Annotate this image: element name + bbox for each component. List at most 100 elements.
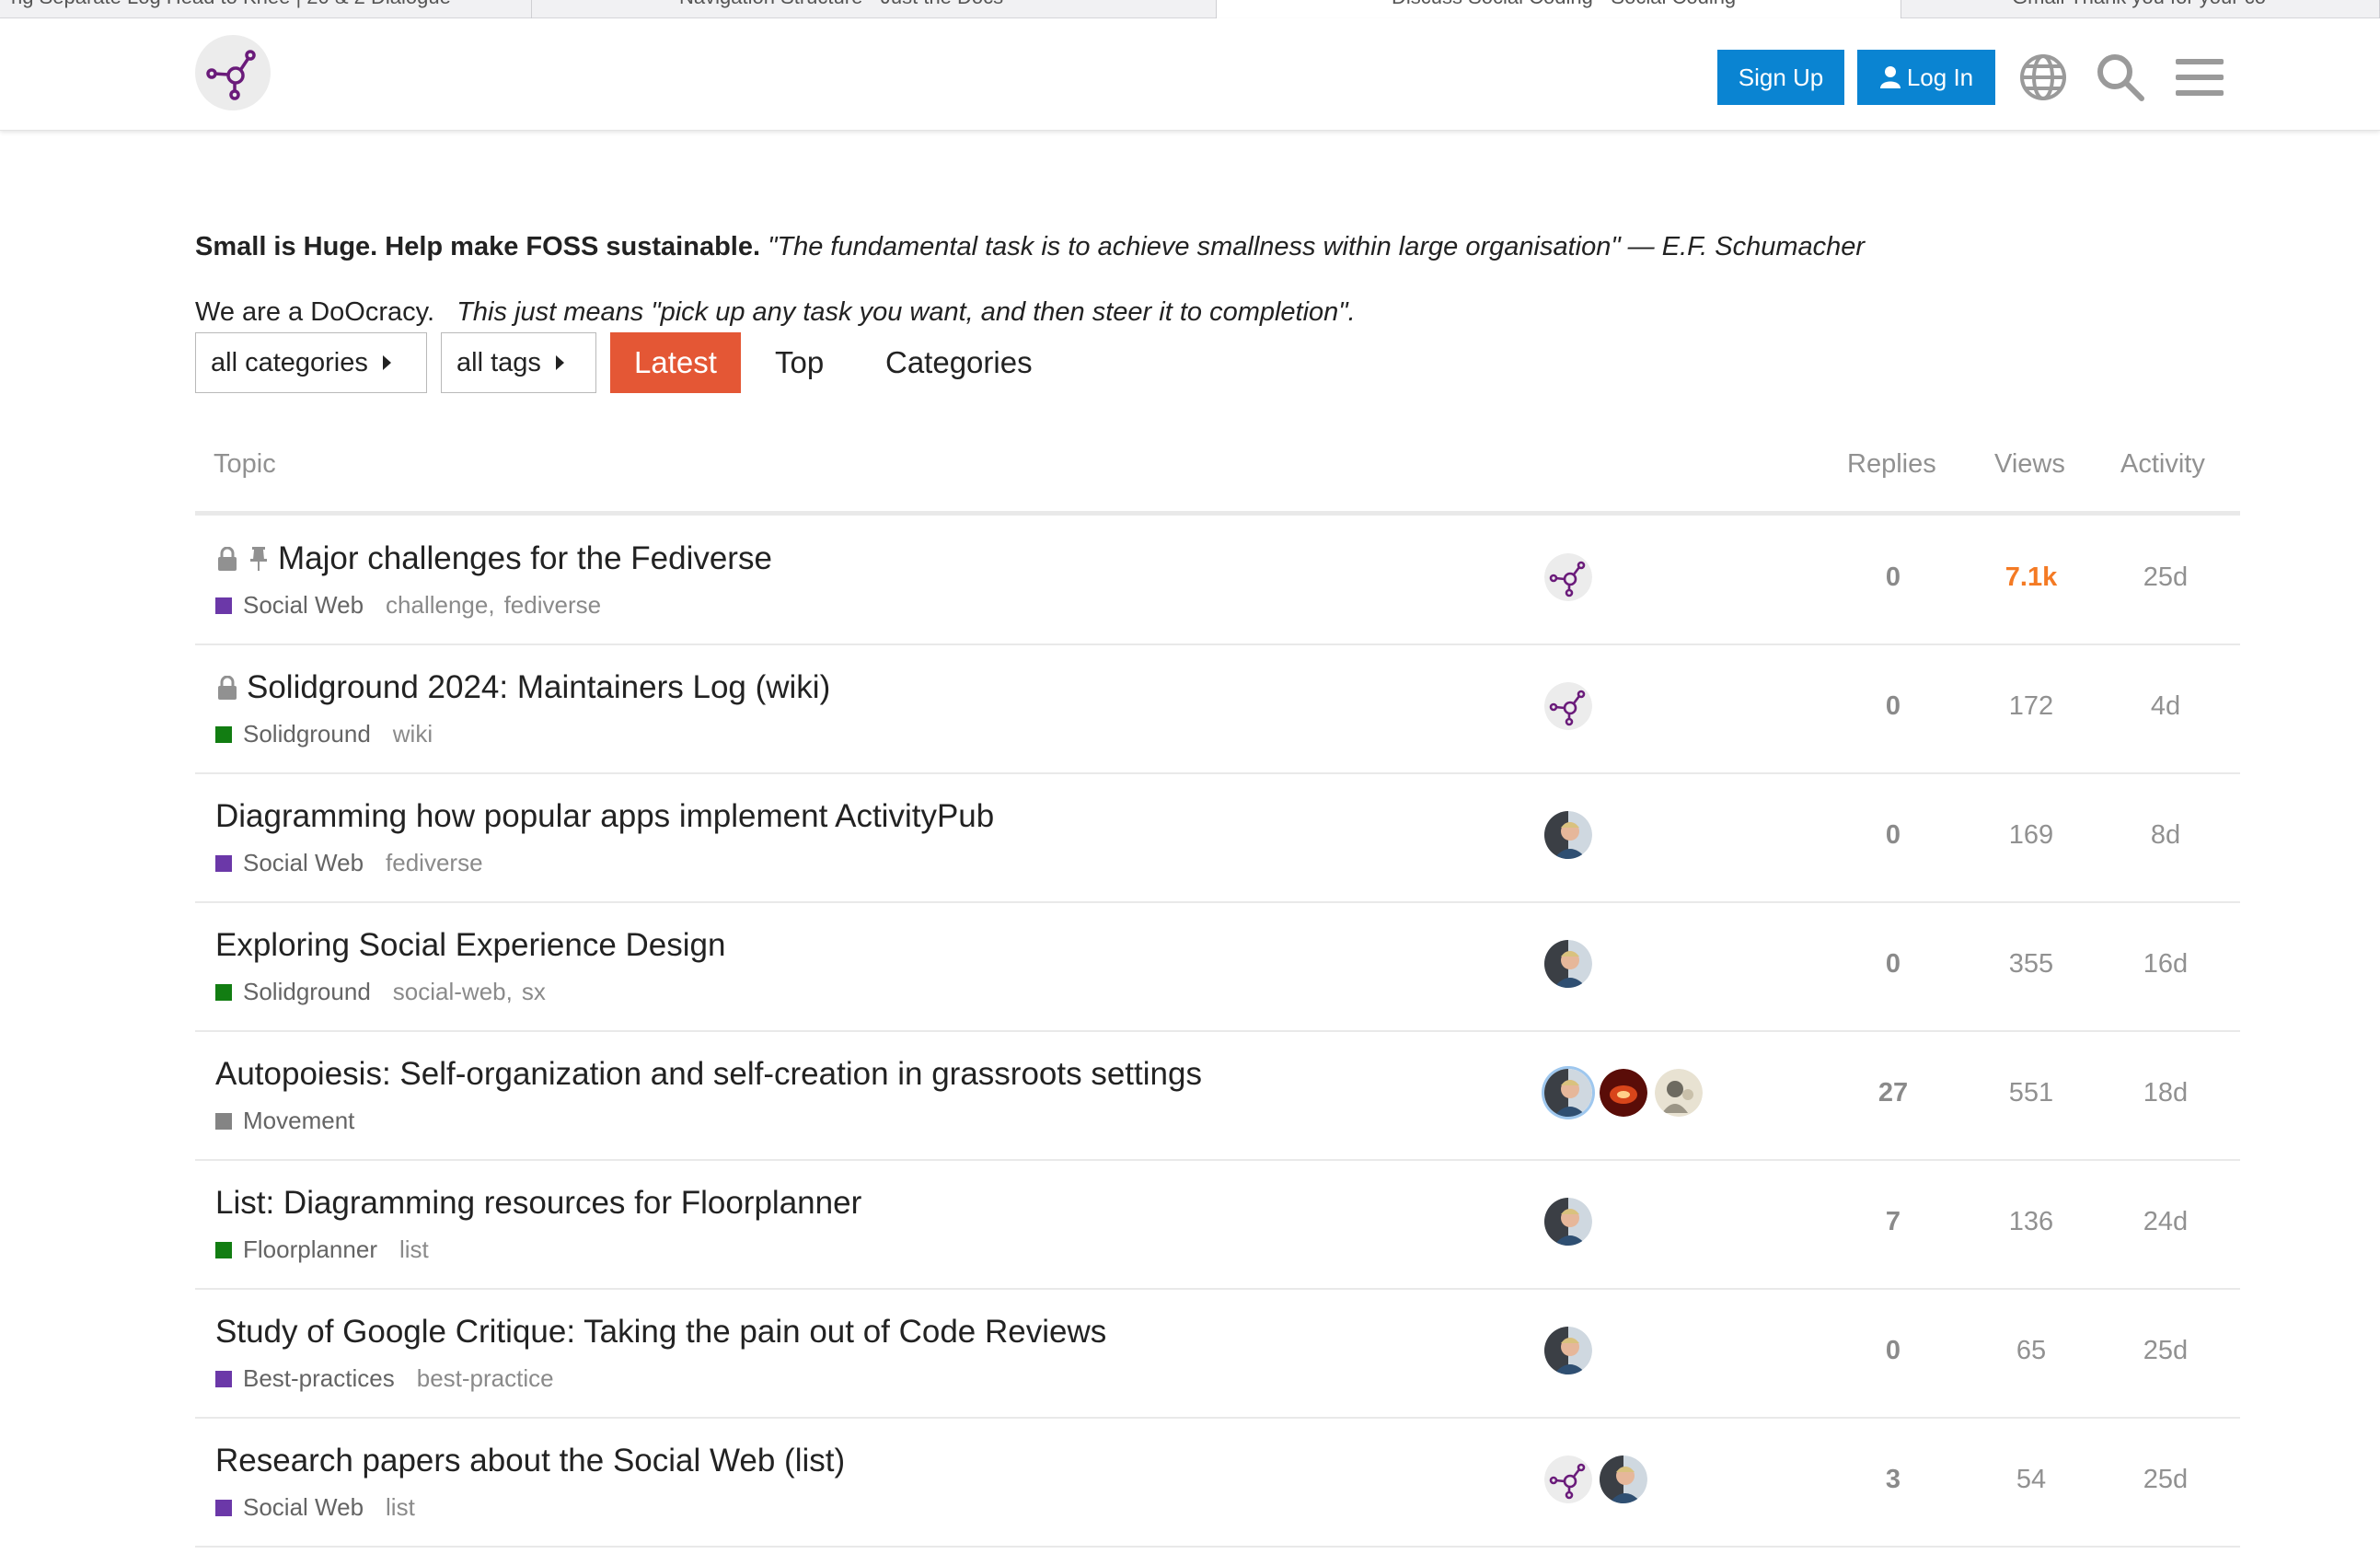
activity-time[interactable]: 25d (2110, 1465, 2221, 1495)
topic-title-line: Diagramming how popular apps implement A… (215, 798, 994, 835)
poster-avatar[interactable] (1544, 940, 1592, 988)
poster-avatar[interactable] (1544, 1455, 1592, 1503)
topic-row: Study of Google Critique: Taking the pai… (195, 1290, 2240, 1419)
poster-avatar[interactable] (1544, 682, 1592, 730)
activity-time[interactable]: 16d (2110, 949, 2221, 980)
caret-right-icon (382, 355, 391, 370)
site-header: Sign Up Log In (0, 18, 2380, 131)
column-topic[interactable]: Topic (214, 449, 276, 480)
category-color-swatch (215, 1499, 232, 1516)
browser-tab[interactable]: Gmail Thank you for your co (1901, 0, 2380, 18)
column-replies[interactable]: Replies (1847, 449, 1936, 480)
posters (1544, 1455, 1647, 1507)
sign-up-button[interactable]: Sign Up (1717, 50, 1844, 105)
topic-meta: Social Web challenge, fediverse (215, 591, 601, 620)
activity-time[interactable]: 18d (2110, 1078, 2221, 1108)
category-badge[interactable]: Solidground (243, 978, 371, 1006)
poster-avatar[interactable] (1544, 811, 1592, 859)
poster-avatar[interactable] (1544, 1198, 1592, 1246)
categories-dropdown[interactable]: all categories (195, 332, 427, 393)
poster-avatar[interactable] (1600, 1455, 1647, 1503)
activity-time[interactable]: 25d (2110, 1336, 2221, 1366)
categories-dropdown-label: all categories (211, 347, 368, 377)
tab-top[interactable]: Top (775, 332, 824, 393)
category-badge[interactable]: Social Web (243, 849, 364, 877)
topic-tag[interactable]: fediverse (504, 591, 602, 620)
log-in-label: Log In (1906, 63, 1974, 91)
poster-avatar[interactable] (1544, 1327, 1592, 1374)
activity-time[interactable]: 4d (2110, 691, 2221, 722)
topic-title-link[interactable]: Study of Google Critique: Taking the pai… (215, 1314, 1106, 1351)
replies-count: 27 (1877, 1078, 1909, 1108)
topic-tag[interactable]: list (386, 1493, 415, 1522)
topic-meta: Social Web list (215, 1493, 415, 1522)
poster-avatar[interactable] (1544, 1069, 1592, 1117)
banner-quote: "The fundamental task is to achieve smal… (768, 232, 1866, 261)
topic-title-line: List: Diagramming resources for Floorpla… (215, 1185, 861, 1222)
category-badge[interactable]: Solidground (243, 720, 371, 748)
category-badge[interactable]: Social Web (243, 1493, 364, 1522)
posters (1544, 811, 1592, 863)
topic-meta: Floorplanner list (215, 1235, 429, 1264)
browser-tab[interactable]: Navigation Structure - Just the Docs (532, 0, 1217, 18)
logo-icon[interactable] (195, 35, 271, 110)
log-in-button[interactable]: Log In (1857, 50, 1995, 105)
topic-tag[interactable]: wiki (393, 720, 433, 748)
tag-separator: , (505, 978, 513, 1005)
topic-tag[interactable]: social-web (393, 978, 506, 1006)
tab-categories[interactable]: Categories (885, 332, 1033, 393)
globe-icon[interactable] (2010, 44, 2076, 110)
activity-time[interactable]: 8d (2110, 820, 2221, 851)
hamburger-menu-icon[interactable] (2166, 44, 2233, 110)
banner-plain: We are a DoOcracy. (195, 297, 435, 327)
topic-row: Exploring Social Experience Design Solid… (195, 903, 2240, 1032)
topic-tag[interactable]: challenge (386, 591, 488, 620)
topic-tag[interactable]: sx (522, 978, 546, 1006)
topic-title-link[interactable]: List: Diagramming resources for Floorpla… (215, 1185, 861, 1222)
browser-tab-label: ng Separate Log Head to Knee | 20 & 2 Di… (0, 0, 451, 8)
category-badge[interactable]: Social Web (243, 591, 364, 620)
browser-tab-active[interactable]: Discuss Social Coding - Social Coding (1217, 0, 1901, 18)
poster-avatar[interactable] (1544, 553, 1592, 601)
browser-tab[interactable]: ng Separate Log Head to Knee | 20 & 2 Di… (0, 0, 532, 18)
column-views[interactable]: Views (1994, 449, 2065, 480)
tab-latest[interactable]: Latest (610, 332, 741, 393)
topic-row: Autopoiesis: Self-organization and self-… (195, 1032, 2240, 1161)
browser-tab-label: Navigation Structure - Just the Docs (532, 0, 1003, 8)
topic-title-link[interactable]: Diagramming how popular apps implement A… (215, 798, 994, 835)
category-color-swatch (215, 854, 232, 872)
topic-meta: Movement (215, 1107, 376, 1135)
activity-time[interactable]: 25d (2110, 562, 2221, 593)
views-count: 54 (2016, 1465, 2047, 1494)
user-icon (1879, 66, 1901, 88)
poster-avatar[interactable] (1655, 1069, 1703, 1117)
category-badge[interactable]: Movement (243, 1107, 354, 1135)
tags-dropdown[interactable]: all tags (441, 332, 596, 393)
topic-title-link[interactable]: Solidground 2024: Maintainers Log (wiki) (247, 669, 830, 706)
column-activity[interactable]: Activity (2120, 449, 2205, 480)
replies-count: 3 (1885, 1465, 1901, 1494)
topic-tag[interactable]: best-practice (417, 1364, 554, 1393)
category-badge[interactable]: Floorplanner (243, 1235, 377, 1264)
search-icon[interactable] (2087, 44, 2154, 110)
browser-tab-strip: ng Separate Log Head to Knee | 20 & 2 Di… (0, 0, 2380, 18)
topic-title-link[interactable]: Major challenges for the Fediverse (278, 540, 772, 577)
topic-row: Major challenges for the Fediverse Socia… (195, 516, 2240, 645)
activity-time[interactable]: 24d (2110, 1207, 2221, 1237)
tag-separator: , (488, 591, 495, 619)
topic-row: List: Diagramming resources for Floorpla… (195, 1161, 2240, 1290)
topic-title-link[interactable]: Research papers about the Social Web (li… (215, 1443, 845, 1479)
banner-italic: This just means "pick up any task you wa… (456, 297, 1356, 327)
topic-title-link[interactable]: Exploring Social Experience Design (215, 927, 725, 964)
poster-avatar[interactable] (1600, 1069, 1647, 1117)
category-badge[interactable]: Best-practices (243, 1364, 395, 1393)
lock-icon (215, 545, 239, 573)
topic-tag[interactable]: fediverse (386, 849, 483, 877)
topic-tag[interactable]: list (399, 1235, 429, 1264)
topic-row: Solidground 2024: Maintainers Log (wiki)… (195, 645, 2240, 774)
views-count: 355 (2008, 949, 2054, 979)
topic-title-line: Research papers about the Social Web (li… (215, 1443, 845, 1479)
topic-title-link[interactable]: Autopoiesis: Self-organization and self-… (215, 1056, 1202, 1093)
replies-count: 0 (1885, 820, 1901, 850)
browser-tab-label: Discuss Social Coding - Social Coding (1217, 0, 1736, 8)
